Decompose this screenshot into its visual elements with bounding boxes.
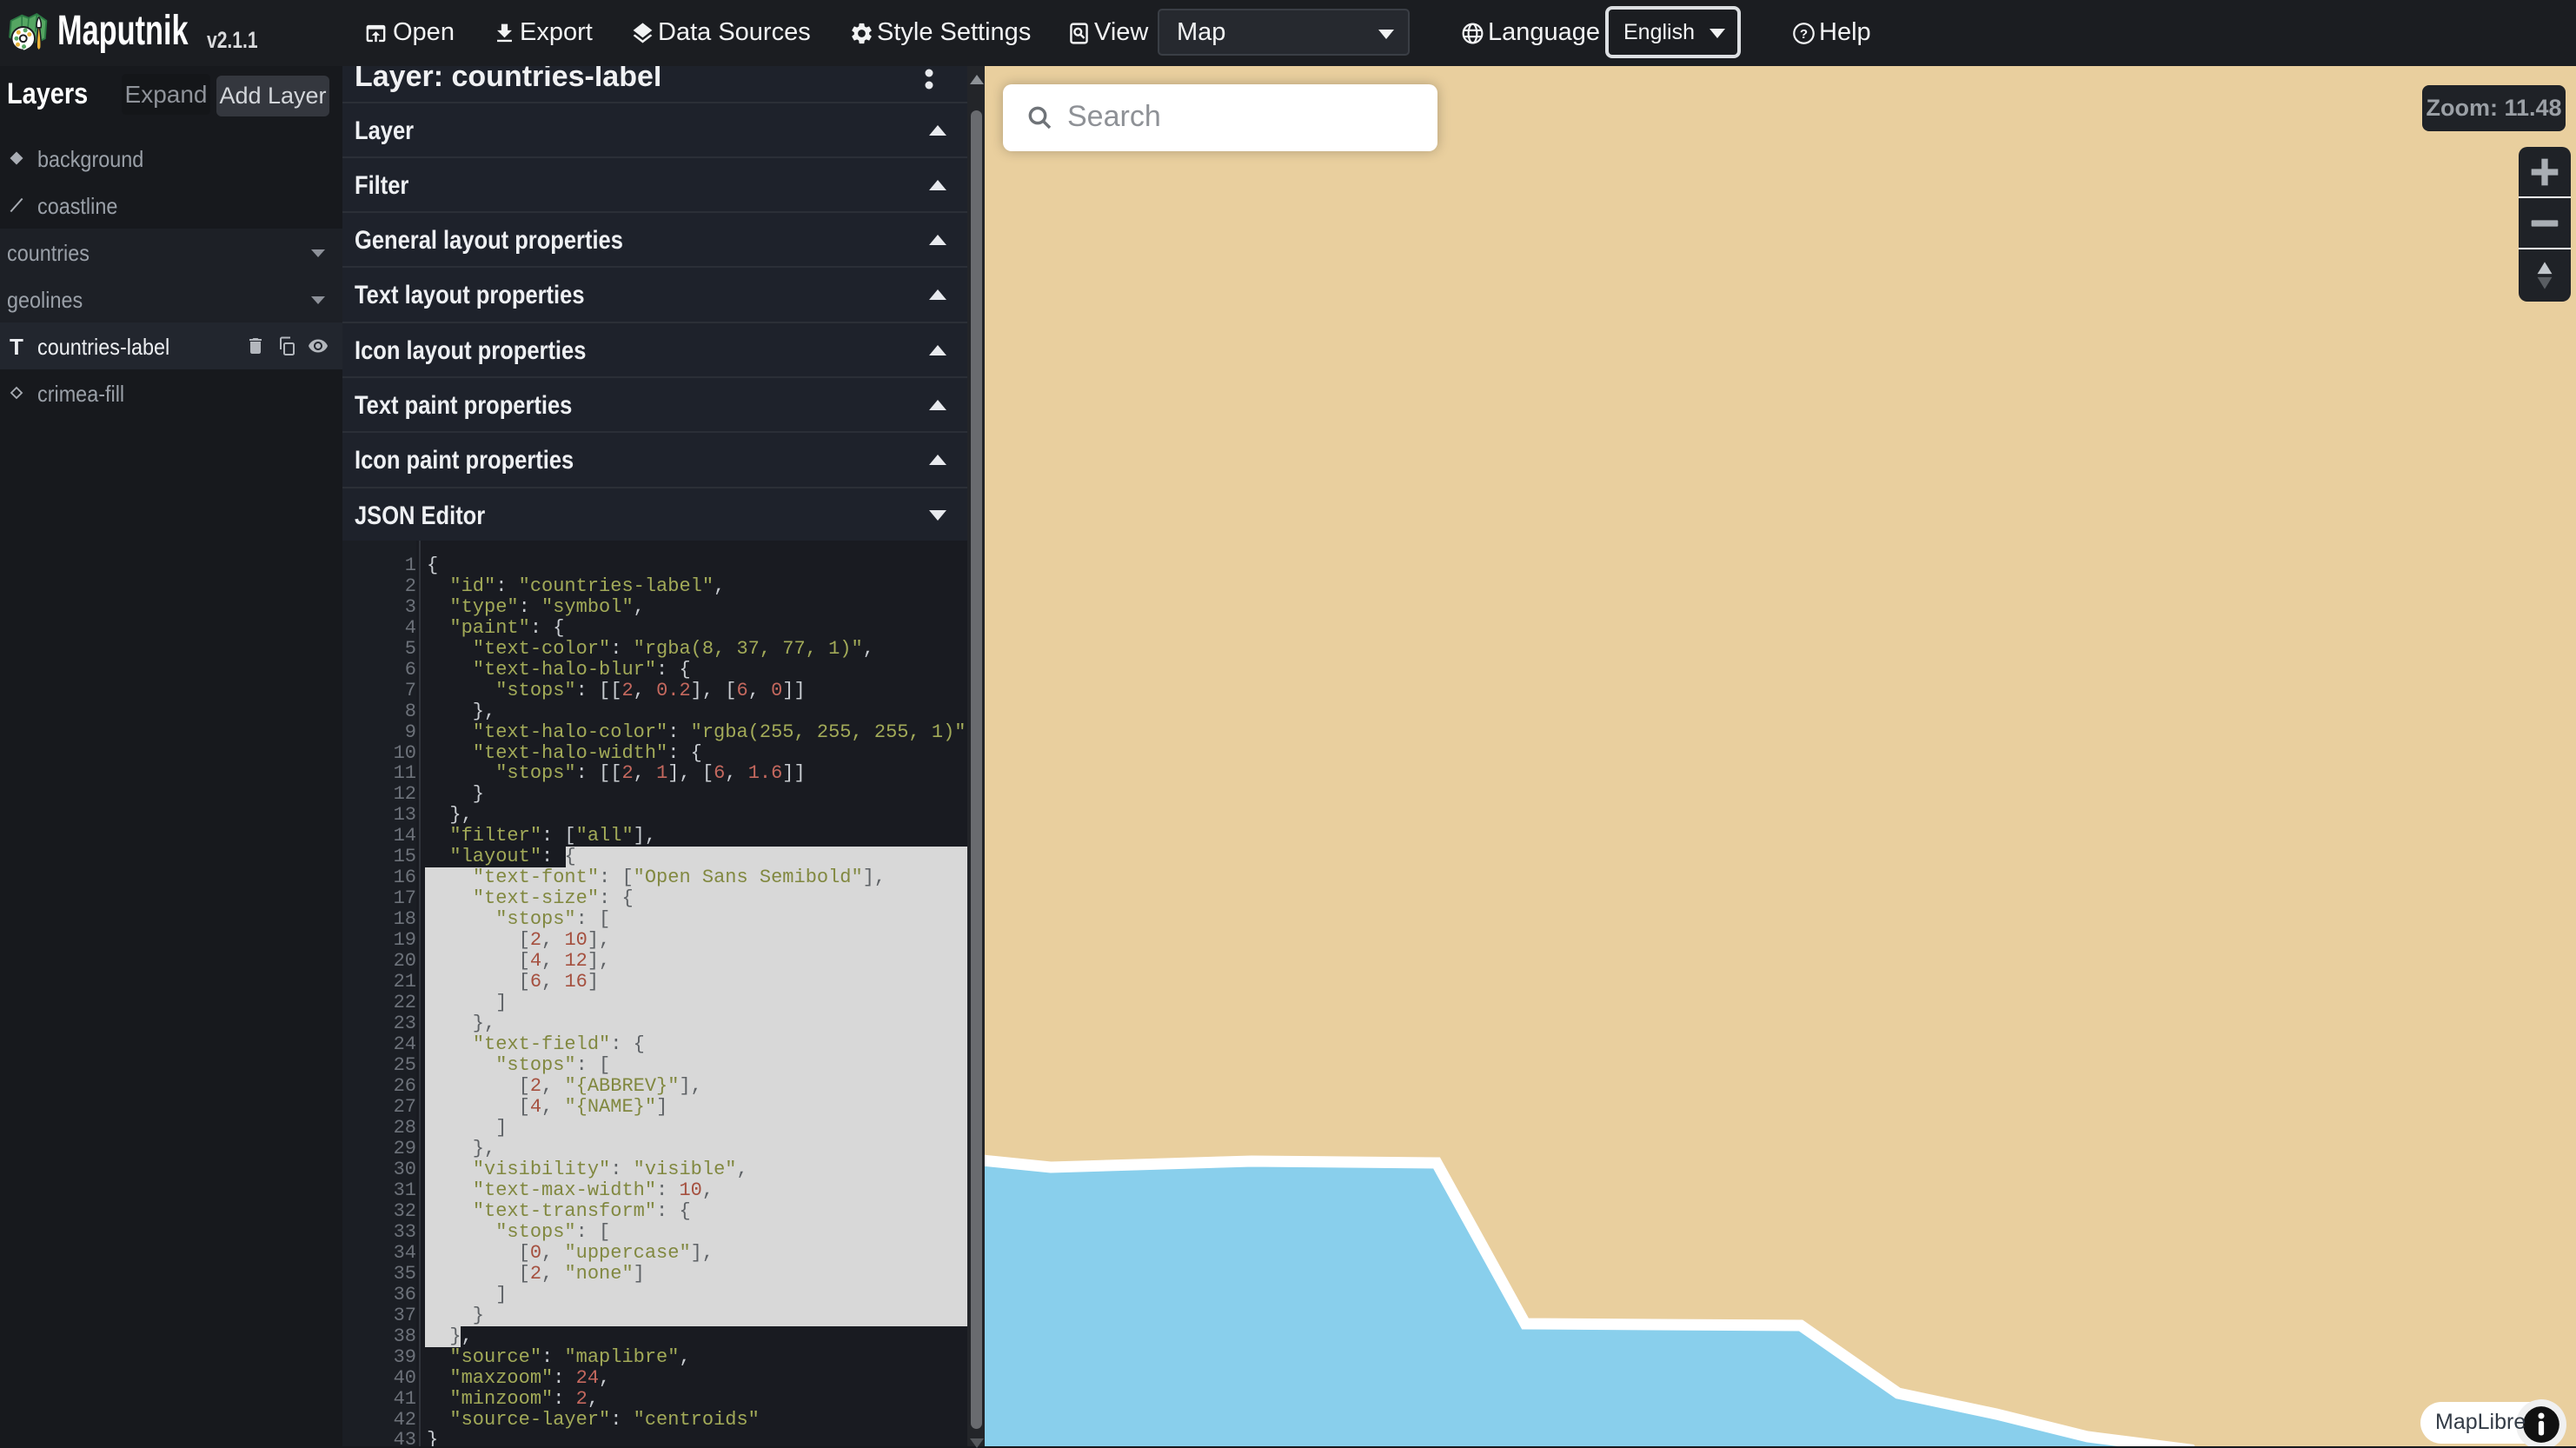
svg-text:?: ? [1800,27,1808,42]
